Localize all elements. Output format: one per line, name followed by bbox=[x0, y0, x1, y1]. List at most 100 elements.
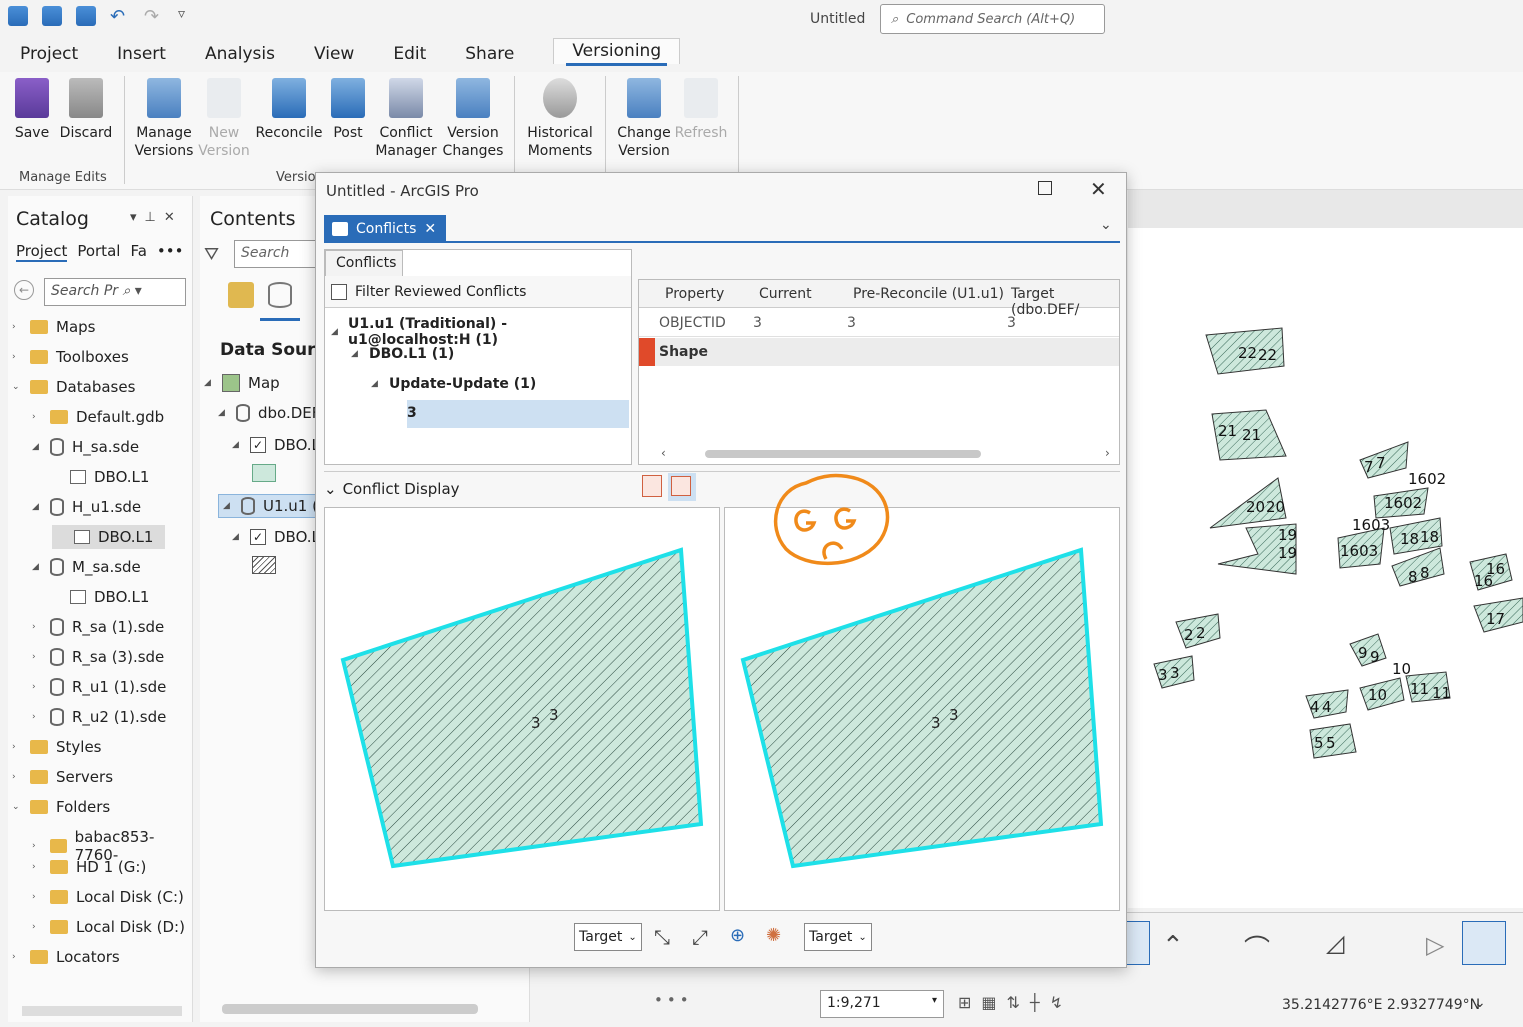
catalog-item[interactable]: › R_u2 (1).sde bbox=[32, 708, 166, 726]
catalog-item[interactable]: › R_sa (3).sde bbox=[32, 648, 164, 666]
contents-dbo-def-row[interactable]: ◢ dbo.DEF bbox=[218, 404, 320, 422]
historical-moments-button[interactable]: Historical Moments bbox=[524, 78, 596, 160]
subtab-conflicts[interactable]: Conflicts bbox=[325, 250, 403, 276]
layout-horizontal-icon[interactable] bbox=[642, 475, 662, 497]
catalog-item[interactable]: ◢ M_sa.sde bbox=[32, 558, 141, 576]
conflict-tree-version[interactable]: ◢ U1.u1 (Traditional) - u1@localhost:H (1… bbox=[331, 316, 631, 348]
current-preview-pane[interactable]: 3 3 bbox=[324, 507, 720, 911]
pane-grip-icon[interactable]: ••• bbox=[654, 991, 693, 1009]
rectangle-tool-icon[interactable] bbox=[1462, 921, 1506, 965]
catalog-scrollbar[interactable] bbox=[22, 1006, 182, 1016]
right-target-select[interactable]: Target ⌄ bbox=[804, 923, 872, 951]
catalog-item[interactable]: › Styles bbox=[12, 738, 102, 756]
catalog-tab-project[interactable]: Project bbox=[16, 242, 68, 262]
catalog-item[interactable]: ⌄ Databases bbox=[12, 378, 135, 396]
symbol-swatch[interactable] bbox=[252, 464, 276, 482]
change-version-button[interactable]: Change Version bbox=[614, 78, 674, 160]
new-version-button[interactable]: New Version bbox=[198, 78, 250, 160]
layout-vertical-icon[interactable] bbox=[668, 473, 696, 501]
discard-button[interactable]: Discard bbox=[58, 78, 114, 142]
full-extent-icon[interactable]: ⤢ bbox=[692, 925, 708, 949]
expand-icon[interactable]: › bbox=[32, 652, 42, 662]
map-canvas[interactable]: 22 2221 2120 2019197 7160216021603160318 188 8… bbox=[1128, 228, 1523, 908]
catalog-item[interactable]: › Locators bbox=[12, 948, 120, 966]
catalog-item[interactable]: › Maps bbox=[12, 318, 95, 336]
column-current[interactable]: Current bbox=[759, 286, 812, 302]
filter-checkbox[interactable] bbox=[331, 283, 347, 300]
contents-dbo-l-row-1[interactable]: ◢ ✓ DBO.L bbox=[232, 436, 320, 454]
expand-icon[interactable]: ◢ bbox=[32, 502, 42, 512]
expand-icon[interactable]: › bbox=[12, 352, 22, 362]
scale-input[interactable]: 1:9,271 ▾ bbox=[820, 990, 944, 1018]
expand-icon[interactable]: ⌄ bbox=[12, 802, 22, 812]
expand-icon[interactable]: › bbox=[32, 862, 42, 872]
list-by-data-source-icon[interactable] bbox=[268, 282, 292, 308]
catalog-item[interactable]: › Local Disk (C:) bbox=[32, 888, 184, 906]
checkbox-icon[interactable]: ✓ bbox=[250, 529, 266, 545]
conflict-manager-button[interactable]: Conflict Manager bbox=[374, 78, 438, 160]
catalog-pane-controls[interactable]: ▾⊥✕ bbox=[130, 210, 183, 225]
refresh-button[interactable]: Refresh bbox=[674, 78, 728, 142]
grid-row-objectid[interactable]: OBJECTID 3 3 3 bbox=[639, 309, 1119, 337]
catalog-item[interactable]: DBO.L1 bbox=[52, 588, 149, 606]
catalog-item[interactable]: › HD 1 (G:) bbox=[32, 858, 146, 876]
expand-icon[interactable]: ◢ bbox=[32, 562, 42, 572]
zoom-to-icon[interactable]: ⤡ bbox=[654, 925, 670, 949]
post-button[interactable]: Post bbox=[330, 78, 366, 142]
expand-icon[interactable]: › bbox=[32, 712, 42, 722]
grid-row-shape[interactable]: Shape bbox=[639, 338, 1119, 366]
expand-icon[interactable]: ◢ bbox=[32, 442, 42, 452]
checkbox-icon[interactable]: ✓ bbox=[250, 437, 266, 453]
expand-icon[interactable]: › bbox=[32, 841, 42, 851]
close-tab-icon[interactable]: ✕ bbox=[424, 221, 436, 237]
filter-icon[interactable]: ⛛ bbox=[204, 244, 219, 265]
expand-icon[interactable]: › bbox=[12, 322, 22, 332]
catalog-item[interactable]: ◢ H_sa.sde bbox=[32, 438, 139, 456]
tab-view[interactable]: View bbox=[314, 44, 373, 64]
line-tool-icon[interactable] bbox=[1126, 921, 1150, 965]
conflict-tree-class[interactable]: ◢ DBO.L1 (1) bbox=[351, 346, 454, 362]
command-search-input[interactable]: ⌕ Command Search (Alt+Q) bbox=[880, 4, 1105, 34]
conflict-display-header[interactable]: ⌄ Conflict Display bbox=[324, 471, 1120, 505]
catalog-item[interactable]: › Servers bbox=[12, 768, 113, 786]
polyline-tool-icon[interactable]: ⌃ bbox=[1162, 931, 1184, 961]
polygon-tool-icon[interactable]: ◿ bbox=[1326, 929, 1344, 957]
catalog-item[interactable]: DBO.L1 bbox=[52, 468, 149, 486]
catalog-item[interactable]: › R_sa (1).sde bbox=[32, 618, 164, 636]
new-project-icon[interactable] bbox=[8, 6, 28, 26]
tab-insert[interactable]: Insert bbox=[117, 44, 185, 64]
save-button[interactable]: Save bbox=[12, 78, 52, 142]
hatched-symbol-swatch[interactable] bbox=[252, 556, 276, 574]
contents-map-row[interactable]: ◢ Map bbox=[204, 374, 280, 392]
catalog-tab-portal[interactable]: Portal bbox=[77, 242, 120, 262]
reconcile-button[interactable]: Reconcile bbox=[254, 78, 324, 142]
expand-icon[interactable]: › bbox=[32, 682, 42, 692]
catalog-item[interactable]: ⌄ Folders bbox=[12, 798, 110, 816]
redo-icon[interactable]: ↷ bbox=[144, 6, 164, 27]
catalog-search-input[interactable]: Search Pr ⌕ ▾ bbox=[44, 278, 186, 306]
version-changes-button[interactable]: Version Changes bbox=[442, 78, 504, 160]
catalog-item[interactable]: ◢ H_u1.sde bbox=[32, 498, 141, 516]
map-nav-icons[interactable]: ⊞▦⇅┼↯ bbox=[958, 993, 1073, 1012]
tab-analysis[interactable]: Analysis bbox=[205, 44, 294, 64]
zoom-to-feature-icon[interactable]: ⊕ bbox=[730, 925, 745, 946]
expand-icon[interactable]: › bbox=[12, 772, 22, 782]
tab-versioning[interactable]: Versioning bbox=[553, 38, 681, 66]
tab-project[interactable]: Project bbox=[20, 44, 97, 64]
conflict-tree-type[interactable]: ◢ Update-Update (1) bbox=[371, 376, 536, 392]
flash-icon[interactable]: ✺ bbox=[766, 925, 781, 946]
catalog-item[interactable]: › Toolboxes bbox=[12, 348, 129, 366]
open-project-icon[interactable] bbox=[42, 6, 62, 26]
map-view[interactable]: 22 22 21 21 20 20 19 19 7 7 1602 1602 1603 1603 18 18 8 8… bbox=[1128, 228, 1523, 908]
expand-icon[interactable]: › bbox=[32, 892, 42, 902]
catalog-item[interactable]: › Default.gdb bbox=[32, 408, 164, 426]
grid-hscrollbar[interactable]: ‹ › bbox=[661, 446, 1111, 460]
expand-icon[interactable]: › bbox=[32, 412, 42, 422]
catalog-item[interactable]: DBO.L1 bbox=[52, 525, 166, 549]
tab-edit[interactable]: Edit bbox=[393, 44, 445, 64]
maximize-icon[interactable] bbox=[1038, 181, 1052, 195]
expand-icon[interactable]: ⌄ bbox=[12, 382, 22, 392]
left-target-select[interactable]: Target ⌄ bbox=[574, 923, 642, 951]
expand-icon[interactable]: › bbox=[32, 622, 42, 632]
expand-icon[interactable]: › bbox=[32, 922, 42, 932]
